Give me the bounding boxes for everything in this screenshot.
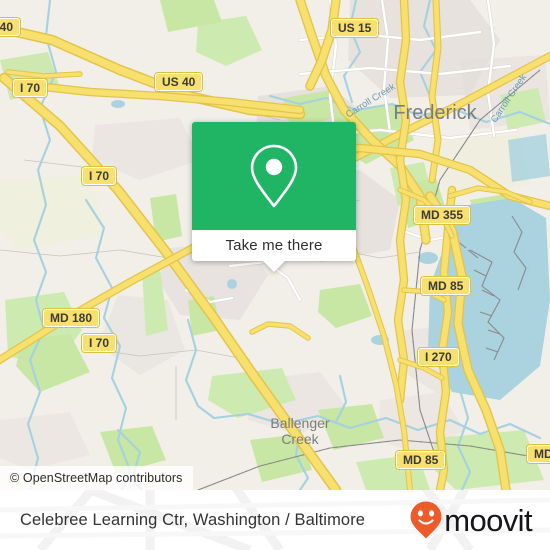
moovit-logo[interactable]: moovit [409,500,533,540]
footer-bar: Celebree Learning Ctr, Washington / Balt… [0,490,550,550]
route-shield-i-40[interactable]: I 40 [0,17,22,37]
route-shield-md-85-upper[interactable]: MD 85 [419,276,472,296]
location-popup-card[interactable]: Take me there [192,122,356,272]
place-label-creek: Creek [281,431,319,447]
route-shield-md-edge[interactable]: MD [526,444,550,464]
place-label-frederick: Frederick [393,102,477,124]
popup-icon-area [192,122,356,230]
popup-tail [263,261,285,272]
route-shield-us-40[interactable]: US 40 [153,72,204,92]
route-shield-i-70-lower[interactable]: I 70 [80,333,118,353]
moovit-pin-icon [410,501,442,539]
route-shield-i-270[interactable]: I 270 [417,347,460,367]
moovit-wordmark: moovit [444,502,532,538]
moovit-map-screenshot: .rdcase { fill:none; stroke:#e3c44a; str… [0,0,550,550]
route-shield-md-85-lower[interactable]: MD 85 [394,450,447,470]
route-shield-md-355[interactable]: MD 355 [412,205,472,225]
location-pin-icon [250,144,298,208]
map-attribution[interactable]: © OpenStreetMap contributors [0,466,193,490]
route-shield-i-70-mid[interactable]: I 70 [80,166,118,186]
take-me-there-button[interactable]: Take me there [192,230,356,261]
route-shield-md-180[interactable]: MD 180 [41,308,101,328]
place-label-ballenger: Ballenger [270,415,329,431]
attribution-text: © OpenStreetMap contributors [10,471,183,485]
route-shield-i-70-left[interactable]: I 70 [11,78,49,98]
footer-place-title: Celebree Learning Ctr, Washington / Balt… [20,510,366,529]
route-shield-us-15[interactable]: US 15 [329,18,380,38]
take-me-there-label: Take me there [225,237,323,254]
